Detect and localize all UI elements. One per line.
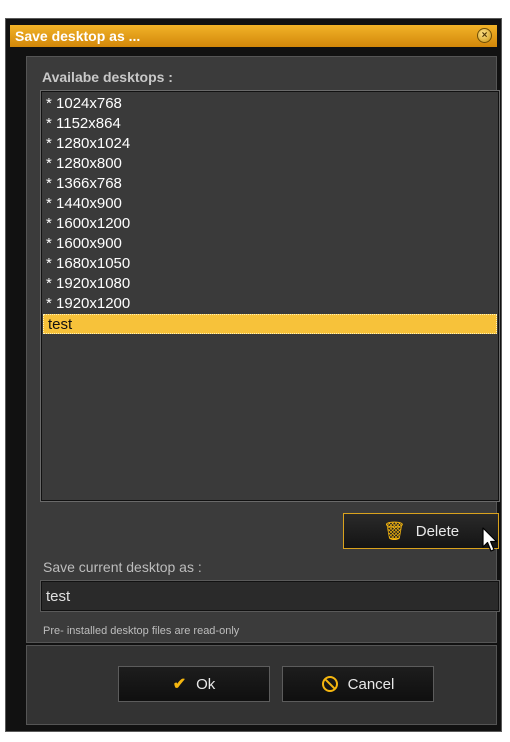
list-item-selected[interactable]: test [43, 314, 497, 334]
list-item[interactable]: * 1600x900 [42, 234, 498, 254]
list-item[interactable]: * 1440x900 [42, 194, 498, 214]
cancel-button-label: Cancel [347, 675, 395, 693]
list-item[interactable]: * 1366x768 [42, 174, 498, 194]
button-bar: ✔ Ok Cancel [26, 645, 497, 725]
close-icon[interactable]: × [477, 28, 492, 43]
content-panel: Availabe desktops : * 1024x768 * 1152x86… [26, 56, 500, 643]
delete-button-label: Delete [415, 522, 460, 540]
available-desktops-label: Availabe desktops : [42, 69, 173, 85]
list-item[interactable]: * 1152x864 [42, 114, 498, 134]
delete-button[interactable]: 🗑 Delete [343, 513, 499, 549]
mouse-cursor-icon [482, 527, 498, 552]
dialog-title: Save desktop as ... [15, 28, 141, 44]
save-desktop-dialog: Save desktop as ... × Availabe desktops … [5, 18, 502, 732]
cancel-button[interactable]: Cancel [282, 666, 434, 702]
list-item[interactable]: * 1600x1200 [42, 214, 498, 234]
list-item[interactable]: * 1920x1200 [42, 294, 498, 314]
cancel-icon [321, 676, 338, 692]
ok-button-label: Ok [196, 675, 216, 693]
desktops-listbox[interactable]: * 1024x768 * 1152x864 * 1280x1024 * 1280… [40, 90, 500, 502]
trash-icon: 🗑 [382, 521, 406, 541]
ok-button[interactable]: ✔ Ok [118, 666, 270, 702]
list-item[interactable]: * 1920x1080 [42, 274, 498, 294]
save-as-input[interactable] [40, 580, 500, 612]
title-bar[interactable]: Save desktop as ... × [10, 25, 497, 47]
list-item[interactable]: * 1280x1024 [42, 134, 498, 154]
read-only-note: Pre- installed desktop files are read-on… [43, 625, 240, 637]
list-item[interactable]: * 1280x800 [42, 154, 498, 174]
list-item[interactable]: * 1680x1050 [42, 254, 498, 274]
list-item[interactable]: * 1024x768 [42, 94, 498, 114]
check-icon: ✔ [172, 676, 187, 693]
save-as-label: Save current desktop as : [43, 559, 202, 575]
